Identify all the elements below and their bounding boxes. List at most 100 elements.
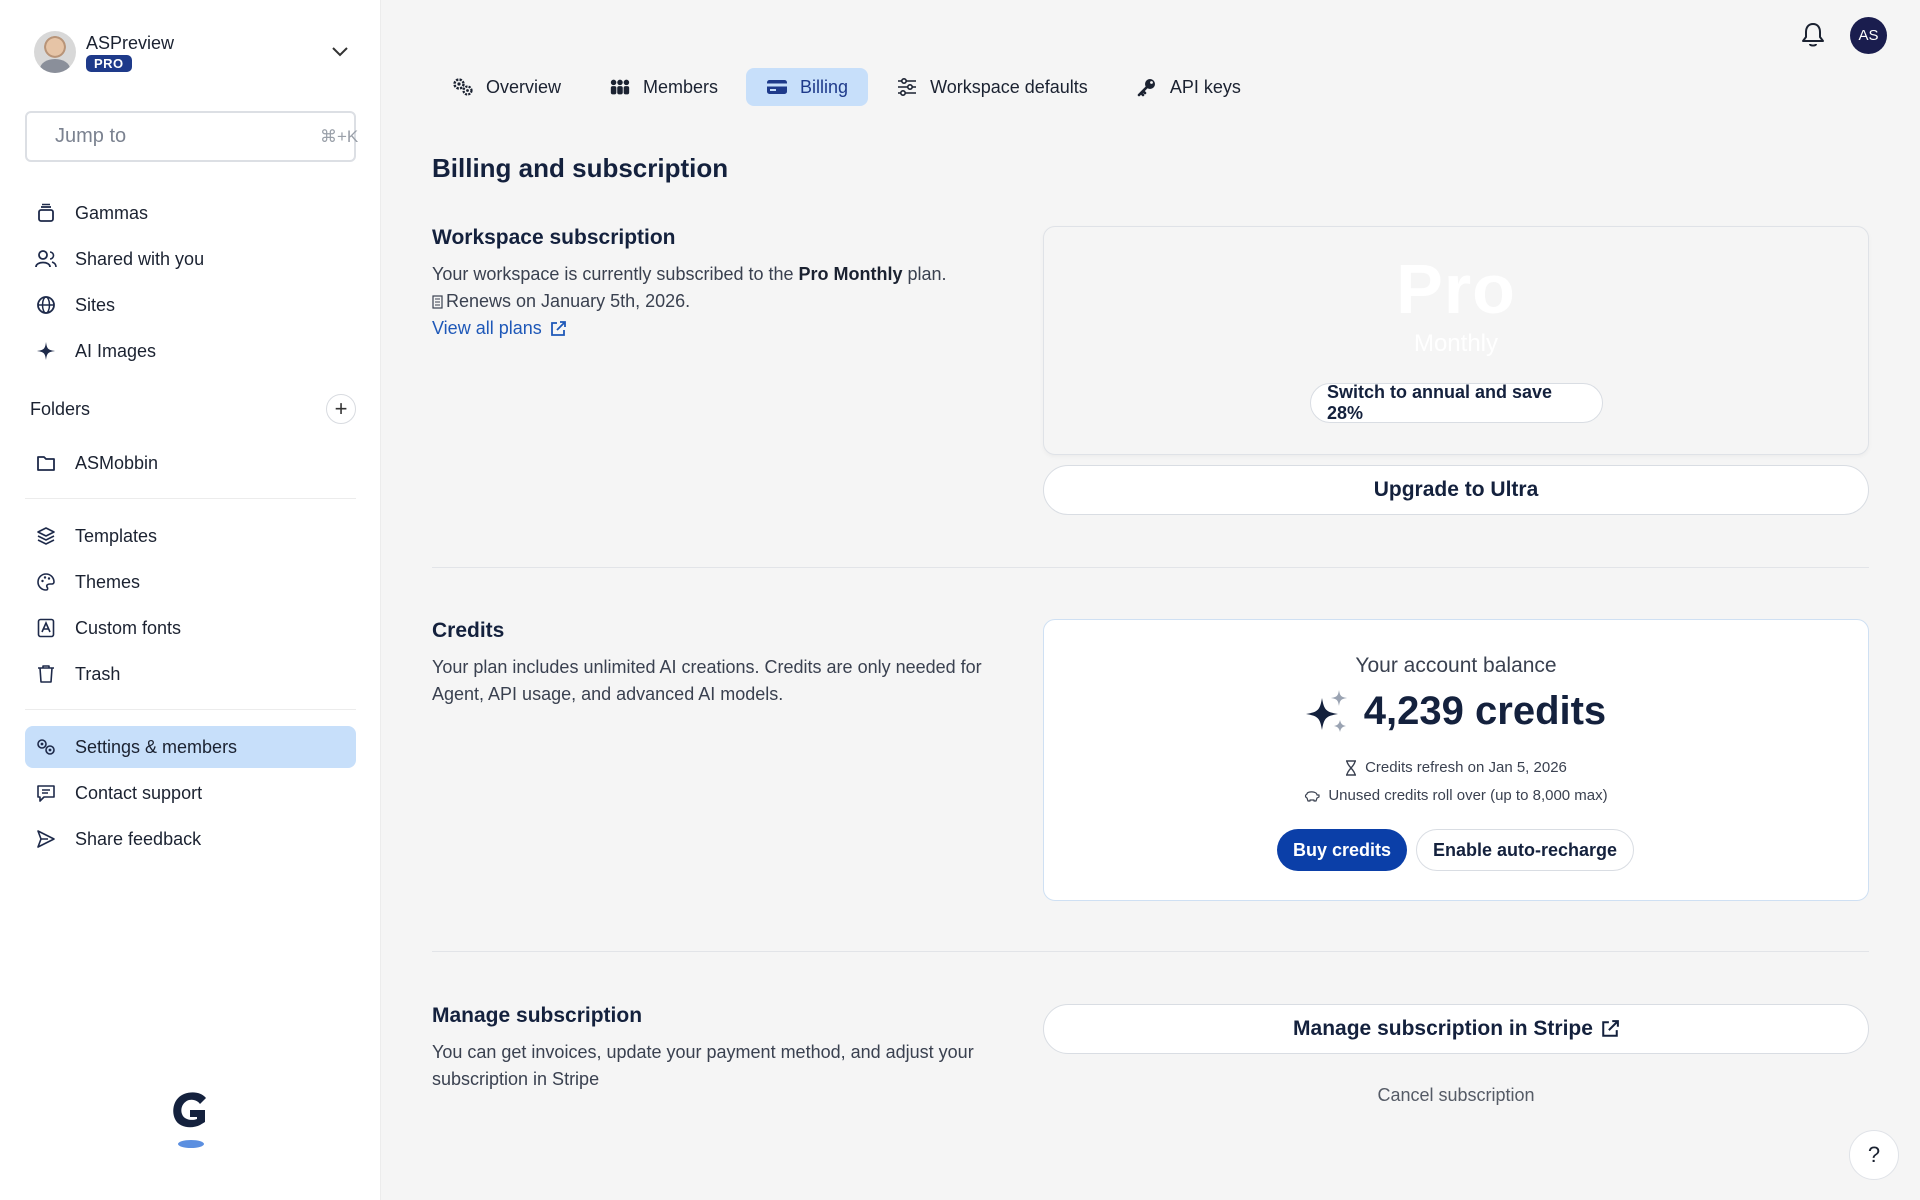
jump-to-search[interactable]: ⌘+K xyxy=(25,111,359,162)
tab-label: Members xyxy=(643,76,719,97)
view-all-plans-link[interactable]: View all plans xyxy=(432,315,566,342)
manage-description: You can get invoices, update your paymen… xyxy=(432,1042,974,1089)
globe-icon xyxy=(35,294,57,316)
sparkles-icon xyxy=(1305,689,1347,732)
layers-icon xyxy=(35,525,57,547)
upgrade-to-ultra-button[interactable]: Upgrade to Ultra xyxy=(1043,465,1869,515)
chevron-down-icon[interactable] xyxy=(328,40,352,64)
sidebar-item-label: Settings & members xyxy=(75,736,238,757)
manage-in-stripe-button[interactable]: Manage subscription in Stripe xyxy=(1043,1004,1869,1054)
sidebar: ASPreview PRO ⌘+K Gammas Shared with you… xyxy=(0,0,381,1200)
sidebar-item-contact-support[interactable]: Contact support xyxy=(25,772,356,814)
settings-tabs: Overview Members Billing Workspace defau… xyxy=(432,68,1261,106)
chat-icon xyxy=(35,782,57,804)
plan-card-period: Monthly xyxy=(1413,330,1499,357)
divider xyxy=(432,567,1869,568)
sidebar-item-sites[interactable]: Sites xyxy=(25,284,356,326)
workspace-name: ASPreview xyxy=(86,32,175,53)
workspace-avatar xyxy=(34,31,76,73)
tab-members[interactable]: Members xyxy=(589,68,738,106)
subscription-description: Your workspace is currently subscribed t… xyxy=(432,261,992,342)
bell-icon[interactable] xyxy=(1801,22,1825,48)
credits-refresh-date: Credits refresh on Jan 5, 2026 xyxy=(1365,759,1567,776)
stack-icon xyxy=(35,202,57,224)
tab-workspace-defaults[interactable]: Workspace defaults xyxy=(876,68,1108,106)
gamma-logo xyxy=(168,1088,214,1152)
tab-label: Overview xyxy=(486,76,562,97)
sidebar-item-label: AI Images xyxy=(75,340,157,361)
font-icon xyxy=(35,617,57,639)
members-icon xyxy=(609,76,631,98)
tab-overview[interactable]: Overview xyxy=(432,68,581,106)
switch-to-annual-button[interactable]: Switch to annual and save 28% xyxy=(1310,382,1603,423)
help-button[interactable]: ? xyxy=(1849,1130,1899,1180)
piggy-bank-icon xyxy=(1305,790,1320,802)
sidebar-item-share-feedback[interactable]: Share feedback xyxy=(25,818,356,860)
sidebar-item-label: Trash xyxy=(75,663,121,684)
send-icon xyxy=(35,828,57,850)
sidebar-item-custom-fonts[interactable]: Custom fonts xyxy=(25,607,356,649)
link-label: View all plans xyxy=(432,318,542,338)
folder-icon xyxy=(35,452,57,474)
plan-name: Pro Monthly xyxy=(798,264,903,284)
users-icon xyxy=(35,248,57,270)
sparkle-icon xyxy=(35,340,57,362)
external-link-icon xyxy=(550,320,566,336)
divider xyxy=(25,498,356,499)
sidebar-item-settings[interactable]: Settings & members xyxy=(25,726,356,768)
sidebar-item-label: Templates xyxy=(75,525,158,546)
sidebar-item-themes[interactable]: Themes xyxy=(25,561,356,603)
sidebar-item-label: Share feedback xyxy=(75,828,202,849)
tab-label: API keys xyxy=(1169,76,1241,97)
sidebar-item-label: Themes xyxy=(75,571,141,592)
primary-nav: Gammas Shared with you Sites AI Images xyxy=(25,192,356,376)
folders-label: Folders xyxy=(30,398,91,419)
credits-card: Your account balance 4,239 credits Credi… xyxy=(1043,619,1869,901)
plan-badge: PRO xyxy=(86,54,132,72)
sidebar-item-label: Shared with you xyxy=(75,248,205,269)
buy-credits-button[interactable]: Buy credits xyxy=(1277,829,1408,871)
rollover-info: Unused credits roll over (up to 8,000 ma… xyxy=(1328,787,1608,804)
search-input[interactable] xyxy=(55,125,320,148)
cancel-subscription-link[interactable]: Cancel subscription xyxy=(1043,1085,1869,1106)
plan-card-name: Pro xyxy=(1396,250,1516,328)
workspace-switcher[interactable]: ASPreview PRO xyxy=(34,30,352,74)
sidebar-item-label: Gammas xyxy=(75,202,149,223)
divider xyxy=(432,951,1869,952)
enable-auto-recharge-button[interactable]: Enable auto-recharge xyxy=(1416,829,1635,871)
folders-header: Folders + xyxy=(30,391,356,427)
sidebar-item-templates[interactable]: Templates xyxy=(25,515,356,557)
tab-billing[interactable]: Billing xyxy=(746,68,869,106)
add-folder-button[interactable]: + xyxy=(326,394,356,424)
sidebar-item-label: Sites xyxy=(75,294,116,315)
button-label: Manage subscription in Stripe xyxy=(1293,1017,1593,1040)
external-link-icon xyxy=(1602,1020,1619,1037)
palette-icon xyxy=(35,571,57,593)
shortcut-hint: ⌘+K xyxy=(320,126,359,146)
balance-label: Your account balance xyxy=(1355,654,1557,677)
section-title-subscription: Workspace subscription xyxy=(432,226,676,249)
divider xyxy=(25,709,356,710)
sidebar-item-label: Custom fonts xyxy=(75,617,182,638)
card-icon xyxy=(766,76,788,98)
key-icon xyxy=(1136,76,1158,98)
sidebar-item-folder[interactable]: ASMobbin xyxy=(25,442,356,484)
trash-icon xyxy=(35,663,57,685)
user-avatar[interactable]: AS xyxy=(1850,17,1887,54)
tab-api-keys[interactable]: API keys xyxy=(1116,68,1261,106)
sidebar-item-label: Contact support xyxy=(75,782,203,803)
sidebar-item-shared[interactable]: Shared with you xyxy=(25,238,356,280)
sidebar-item-trash[interactable]: Trash xyxy=(25,653,356,695)
settings-icon xyxy=(35,736,57,758)
sidebar-item-ai-images[interactable]: AI Images xyxy=(25,330,356,372)
sidebar-item-gammas[interactable]: Gammas xyxy=(25,192,356,234)
credits-description: Your plan includes unlimited AI creation… xyxy=(432,657,982,704)
hourglass-icon xyxy=(1346,759,1357,776)
calendar-icon xyxy=(432,294,443,309)
renewal-date: Renews on January 5th, 2026. xyxy=(446,291,691,311)
subscription-text-suffix: plan. xyxy=(902,264,947,284)
sliders-icon xyxy=(896,76,918,98)
gears-icon xyxy=(452,76,474,98)
sidebar-item-label: ASMobbin xyxy=(75,452,159,473)
button-label: Upgrade to Ultra xyxy=(1373,478,1539,501)
